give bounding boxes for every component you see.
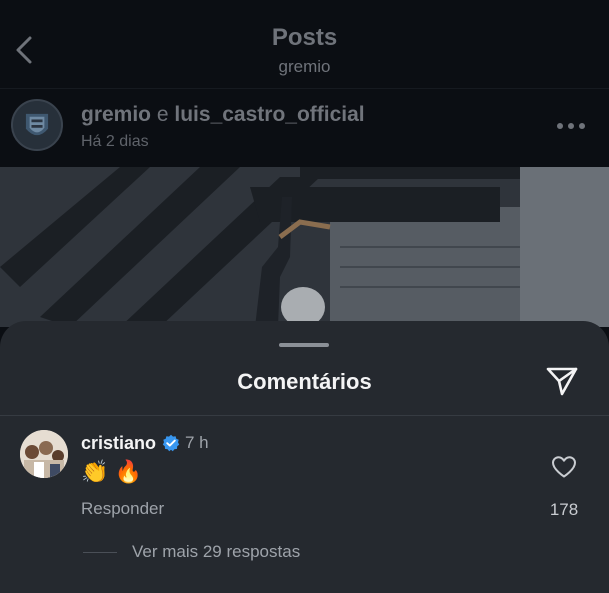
post-authors: gremio e luis_castro_official: [81, 103, 365, 127]
club-avatar[interactable]: [11, 99, 63, 151]
comment-text: 👏 🔥: [81, 459, 142, 484]
verified-icon: [162, 434, 180, 452]
comment-username[interactable]: cristiano: [81, 433, 156, 454]
comments-sheet: Comentários cristiano 7 h 👏 🔥 Responder …: [0, 321, 609, 593]
replies-line: [83, 552, 117, 553]
heart-icon: [552, 456, 576, 478]
post-photo-image: [0, 167, 609, 327]
reply-button[interactable]: Responder: [81, 499, 164, 519]
paper-plane-icon: [546, 367, 578, 396]
author-luis-castro[interactable]: luis_castro_official: [174, 103, 364, 126]
top-nav: Posts gremio: [0, 0, 609, 88]
comment-item: cristiano 7 h 👏 🔥 Responder 178 Ver mais…: [0, 417, 609, 567]
share-button[interactable]: [545, 365, 579, 397]
page-subtitle: gremio: [278, 57, 331, 76]
dot-icon: [579, 123, 585, 129]
dot-icon: [557, 123, 563, 129]
sheet-title: Comentários: [237, 369, 372, 394]
avatar[interactable]: [20, 430, 68, 478]
comment-timestamp: 7 h: [185, 433, 209, 452]
post-photo[interactable]: [0, 167, 609, 327]
view-more-replies-label: Ver mais 29 respostas: [132, 542, 301, 561]
divider: [0, 415, 609, 416]
dot-icon: [568, 123, 574, 129]
like-button[interactable]: [551, 455, 577, 479]
post-timestamp: Há 2 dias: [81, 133, 149, 150]
verified-badge: [162, 434, 180, 452]
drag-handle[interactable]: [279, 343, 329, 347]
more-options-button[interactable]: [557, 121, 587, 131]
author-gremio[interactable]: gremio: [81, 103, 151, 126]
author-conjunction: e: [156, 103, 169, 126]
crest-icon: [13, 101, 61, 149]
page-title: Posts: [271, 24, 338, 51]
like-count: 178: [549, 500, 579, 519]
post-header: gremio e luis_castro_official Há 2 dias: [0, 89, 609, 167]
avatar-image: [20, 430, 68, 478]
